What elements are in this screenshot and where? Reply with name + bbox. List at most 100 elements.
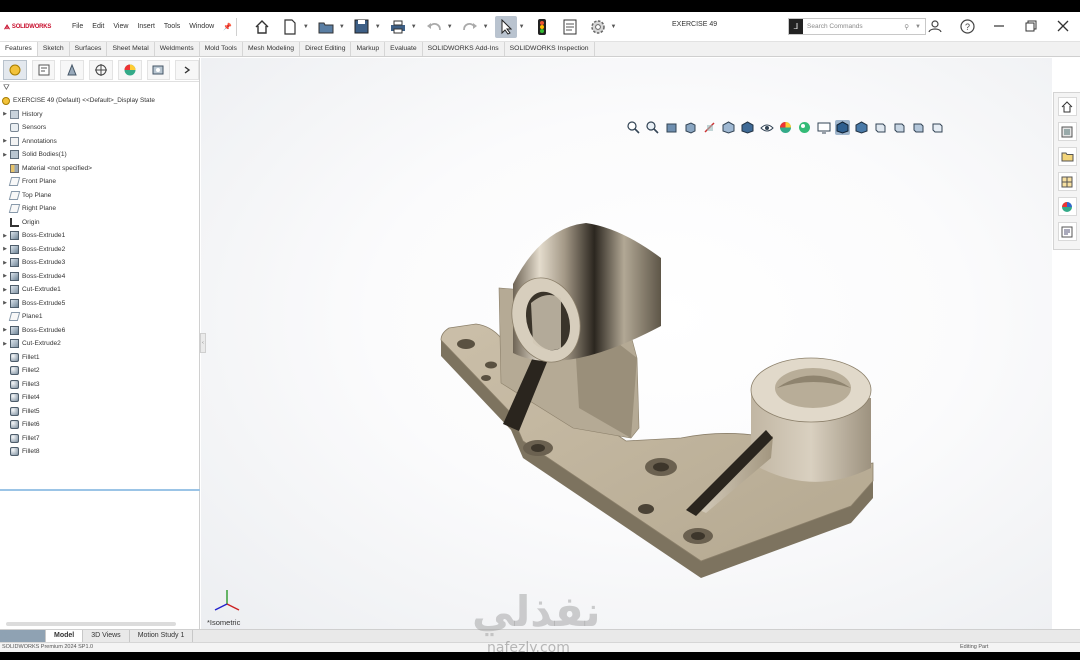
apply-scene-button[interactable] — [797, 120, 812, 135]
tab-surfaces[interactable]: Surfaces — [70, 42, 108, 56]
left-view-button[interactable] — [892, 120, 907, 135]
expand-arrow-icon[interactable]: ▶ — [0, 341, 10, 347]
tree-item[interactable]: ▶ Cut-Extrude1 — [0, 283, 199, 297]
tree-item[interactable]: Fillet4 — [0, 391, 199, 405]
menu-insert[interactable]: Insert — [137, 23, 155, 30]
search-icon[interactable]: ⚲ — [904, 23, 909, 31]
chevron-down-icon[interactable]: ▼ — [375, 24, 381, 30]
right-view-button[interactable] — [911, 120, 926, 135]
tab-features[interactable]: Features — [0, 42, 38, 56]
close-button[interactable] — [1054, 17, 1072, 35]
view-palette-button[interactable] — [1057, 172, 1077, 191]
chevron-down-icon[interactable]: ▼ — [447, 24, 453, 30]
tree-item[interactable]: Fillet3 — [0, 378, 199, 392]
filter-icon[interactable]: ⛛ — [3, 83, 10, 92]
top-view-button[interactable] — [930, 120, 945, 135]
tree-item[interactable]: ▶ Boss-Extrude6 — [0, 324, 199, 338]
feature-manager-tab[interactable] — [3, 59, 27, 80]
tree-item[interactable]: ▶ Boss-Extrude4 — [0, 270, 199, 284]
menu-window[interactable]: Window — [189, 23, 214, 30]
tree-rollback-bar[interactable] — [0, 489, 200, 491]
zoom-to-fit-button[interactable] — [626, 120, 641, 135]
tree-item[interactable]: Fillet7 — [0, 432, 199, 446]
expand-arrow-icon[interactable]: ▶ — [0, 233, 10, 239]
file-properties-button[interactable] — [559, 16, 581, 38]
expand-arrow-icon[interactable]: ▶ — [0, 287, 10, 293]
search-input[interactable]: Search Commands — [807, 23, 863, 30]
tree-item[interactable]: ▶ Boss-Extrude1 — [0, 229, 199, 243]
tab-evaluate[interactable]: Evaluate — [385, 42, 423, 56]
dimxpert-manager-tab[interactable] — [89, 59, 113, 80]
graphics-area[interactable] — [201, 58, 1052, 634]
tree-item[interactable]: ▶ Boss-Extrude3 — [0, 256, 199, 270]
tree-item[interactable]: Origin — [0, 216, 199, 230]
file-explorer-button[interactable] — [1057, 147, 1077, 166]
expand-arrow-icon[interactable]: ▶ — [0, 246, 10, 252]
tree-item[interactable]: Plane1 — [0, 310, 199, 324]
new-document-button[interactable] — [279, 16, 301, 38]
home-button[interactable] — [251, 16, 273, 38]
back-view-button[interactable] — [873, 120, 888, 135]
save-button[interactable] — [351, 16, 373, 38]
tree-item[interactable]: Fillet8 — [0, 445, 199, 459]
options-button[interactable] — [587, 16, 609, 38]
app-logo[interactable]: ⟑ SOLIDWORKS — [0, 21, 72, 32]
pin-icon[interactable]: 📌 — [223, 23, 232, 31]
cam-manager-tab[interactable] — [146, 59, 171, 80]
tab-solidworks-addins[interactable]: SOLIDWORKS Add-Ins — [423, 42, 505, 56]
zoom-to-area-button[interactable] — [645, 120, 660, 135]
menu-tools[interactable]: Tools — [164, 23, 180, 30]
help-button[interactable]: ? — [958, 17, 976, 35]
tree-item[interactable]: Front Plane — [0, 175, 199, 189]
appearances-button[interactable] — [1057, 197, 1077, 216]
custom-properties-button[interactable] — [1057, 222, 1077, 241]
tab-mesh-modeling[interactable]: Mesh Modeling — [243, 42, 301, 56]
tree-item[interactable]: ▶ History — [0, 108, 199, 122]
restore-button[interactable] — [1022, 17, 1040, 35]
property-manager-tab[interactable] — [31, 59, 56, 80]
expand-arrow-icon[interactable]: ▶ — [0, 152, 10, 158]
tree-item[interactable]: ▶ Boss-Extrude5 — [0, 297, 199, 311]
tree-root-part[interactable]: EXERCISE 49 (Default) <<Default>_Display… — [0, 94, 199, 108]
chevron-down-icon[interactable]: ▼ — [915, 24, 921, 30]
view-orientation-button[interactable] — [721, 120, 736, 135]
design-library-button[interactable] — [1057, 122, 1077, 141]
tab-sketch[interactable]: Sketch — [38, 42, 70, 56]
chevron-down-icon[interactable]: ▼ — [519, 24, 525, 30]
tab-model[interactable]: Model — [46, 630, 84, 642]
chevron-down-icon[interactable]: ▼ — [411, 24, 417, 30]
tree-item[interactable]: Fillet6 — [0, 418, 199, 432]
tab-direct-editing[interactable]: Direct Editing — [300, 42, 352, 56]
view-cube-button[interactable] — [835, 120, 850, 135]
tab-motion-study-1[interactable]: Motion Study 1 — [130, 630, 194, 642]
print-button[interactable] — [387, 16, 409, 38]
chevron-down-icon[interactable]: ▼ — [483, 24, 489, 30]
tree-item[interactable]: ▶ Annotations — [0, 135, 199, 149]
menu-view[interactable]: View — [113, 23, 128, 30]
redo-button[interactable] — [459, 16, 481, 38]
minimize-button[interactable] — [990, 17, 1008, 35]
expand-arrow-icon[interactable]: ▶ — [0, 300, 10, 306]
configuration-manager-tab[interactable] — [60, 59, 85, 80]
tab-solidworks-inspection[interactable]: SOLIDWORKS Inspection — [505, 42, 595, 56]
tab-mold-tools[interactable]: Mold Tools — [200, 42, 243, 56]
display-manager-tab[interactable] — [117, 59, 142, 80]
chevron-down-icon[interactable]: ▼ — [611, 24, 617, 30]
tree-item[interactable]: Sensors — [0, 121, 199, 135]
tree-item[interactable]: Fillet2 — [0, 364, 199, 378]
expand-arrow-icon[interactable]: ▶ — [0, 273, 10, 279]
edit-appearance-button[interactable] — [778, 120, 793, 135]
hide-show-items-button[interactable] — [759, 120, 774, 135]
expand-arrow-icon[interactable]: ▶ — [0, 138, 10, 144]
panel-collapse-handle[interactable]: ‹ — [200, 333, 206, 353]
tree-item[interactable]: Fillet1 — [0, 351, 199, 365]
previous-view-button[interactable] — [664, 120, 679, 135]
view-settings-button[interactable] — [816, 120, 831, 135]
tree-item[interactable]: Right Plane — [0, 202, 199, 216]
section-view-button[interactable] — [683, 120, 698, 135]
tree-item[interactable]: Top Plane — [0, 189, 199, 203]
menu-edit[interactable]: Edit — [92, 23, 104, 30]
front-view-button[interactable] — [854, 120, 869, 135]
tree-item[interactable]: Fillet5 — [0, 405, 199, 419]
horizontal-scrollbar[interactable] — [6, 622, 176, 626]
